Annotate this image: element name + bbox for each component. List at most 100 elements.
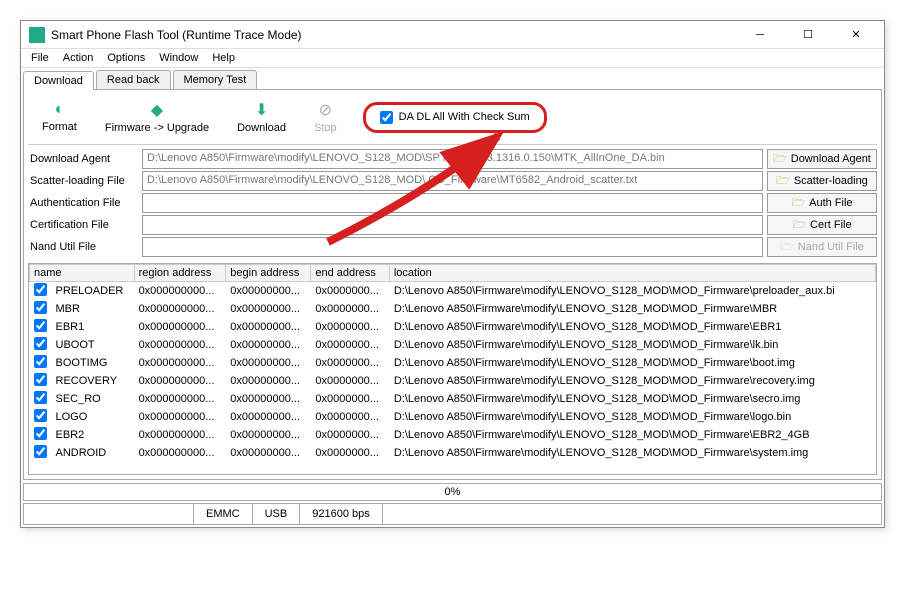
table-row[interactable]: EBR20x000000000...0x00000000...0x0000000… — [30, 426, 876, 444]
cell-begin: 0x00000000... — [226, 372, 311, 390]
table-row[interactable]: UBOOT0x000000000...0x00000000...0x000000… — [30, 336, 876, 354]
row-checkbox[interactable] — [34, 445, 47, 458]
scatter-button[interactable]: 🗁Scatter-loading — [767, 171, 877, 191]
cell-end: 0x0000000... — [311, 372, 389, 390]
cell-end: 0x0000000... — [311, 408, 389, 426]
cell-name: PRELOADER — [51, 282, 134, 301]
stop-icon: ⊘ — [319, 100, 332, 120]
cell-end: 0x0000000... — [311, 282, 389, 301]
app-window: Smart Phone Flash Tool (Runtime Trace Mo… — [20, 20, 885, 528]
cell-begin: 0x00000000... — [226, 354, 311, 372]
cell-name: UBOOT — [51, 336, 134, 354]
menu-help[interactable]: Help — [212, 52, 235, 64]
table-row[interactable]: BOOTIMG0x000000000...0x00000000...0x0000… — [30, 354, 876, 372]
table-row[interactable]: EBR10x000000000...0x00000000...0x0000000… — [30, 318, 876, 336]
download-panel: ◐ Format ◆ Firmware -> Upgrade ⬇ Downloa… — [23, 89, 882, 480]
da-button[interactable]: 🗁Download Agent — [767, 149, 877, 169]
folder-icon: 🗁 — [773, 150, 787, 169]
format-label: Format — [42, 121, 77, 133]
download-label: Download — [237, 122, 286, 134]
row-checkbox[interactable] — [34, 355, 47, 368]
cell-location: D:\Lenovo A850\Firmware\modify\LENOVO_S1… — [389, 426, 875, 444]
table-row[interactable]: MBR0x000000000...0x00000000...0x0000000.… — [30, 300, 876, 318]
table-row[interactable]: RECOVERY0x000000000...0x00000000...0x000… — [30, 372, 876, 390]
nand-label: Nand Util File — [28, 237, 138, 257]
row-checkbox[interactable] — [34, 373, 47, 386]
menu-window[interactable]: Window — [159, 52, 198, 64]
cert-input[interactable] — [142, 215, 763, 235]
download-button[interactable]: ⬇ Download — [223, 100, 300, 134]
auth-button[interactable]: 🗁 Auth File — [767, 193, 877, 213]
row-checkbox[interactable] — [34, 391, 47, 404]
nand-button: 🗁Nand Util File — [767, 237, 877, 257]
auth-input[interactable] — [142, 193, 763, 213]
table-row[interactable]: PRELOADER0x000000000...0x00000000...0x00… — [30, 282, 876, 301]
table-row[interactable]: SEC_RO0x000000000...0x00000000...0x00000… — [30, 390, 876, 408]
scatter-input[interactable]: D:\Lenovo A850\Firmware\modify\LENOVO_S1… — [142, 171, 763, 191]
cell-region: 0x000000000... — [134, 444, 226, 462]
row-checkbox[interactable] — [34, 301, 47, 314]
table-row[interactable]: ANDROID0x000000000...0x00000000...0x0000… — [30, 444, 876, 462]
col-region[interactable]: region address — [134, 265, 226, 282]
nand-input[interactable] — [142, 237, 763, 257]
col-end[interactable]: end address — [311, 265, 389, 282]
cell-end: 0x0000000... — [311, 300, 389, 318]
folder-icon: 🗁 — [791, 194, 805, 213]
menu-file[interactable]: File — [31, 52, 49, 64]
firmware-upgrade-button[interactable]: ◆ Firmware -> Upgrade — [91, 100, 223, 134]
firmware-label: Firmware -> Upgrade — [105, 122, 209, 134]
window-title: Smart Phone Flash Tool (Runtime Trace Mo… — [51, 28, 740, 42]
tab-memory-test[interactable]: Memory Test — [173, 70, 258, 89]
cell-region: 0x000000000... — [134, 318, 226, 336]
checksum-highlight: DA DL All With Check Sum — [363, 102, 547, 133]
maximize-button[interactable]: ☐ — [788, 25, 828, 45]
format-icon: ◐ — [55, 101, 65, 119]
format-button[interactable]: ◐ Format — [28, 101, 91, 133]
minimize-button[interactable]: ─ — [740, 25, 780, 45]
close-button[interactable]: ✕ — [836, 25, 876, 45]
nand-btn-label: Nand Util File — [798, 241, 864, 253]
cell-name: MBR — [51, 300, 134, 318]
cert-label: Certification File — [28, 215, 138, 235]
cell-location: D:\Lenovo A850\Firmware\modify\LENOVO_S1… — [389, 336, 875, 354]
auth-btn-label: Auth File — [809, 197, 852, 209]
cell-location: D:\Lenovo A850\Firmware\modify\LENOVO_S1… — [389, 354, 875, 372]
cell-begin: 0x00000000... — [226, 390, 311, 408]
progress-text: 0% — [445, 486, 461, 498]
cell-region: 0x000000000... — [134, 390, 226, 408]
row-checkbox[interactable] — [34, 283, 47, 296]
col-begin[interactable]: begin address — [226, 265, 311, 282]
checksum-checkbox[interactable] — [380, 111, 393, 124]
table-row[interactable]: LOGO0x000000000...0x00000000...0x0000000… — [30, 408, 876, 426]
row-checkbox[interactable] — [34, 409, 47, 422]
cell-name: ANDROID — [51, 444, 134, 462]
cert-button[interactable]: 🗁Cert File — [767, 215, 877, 235]
cell-location: D:\Lenovo A850\Firmware\modify\LENOVO_S1… — [389, 408, 875, 426]
status-baud: 921600 bps — [300, 504, 383, 524]
cell-region: 0x000000000... — [134, 282, 226, 301]
row-checkbox[interactable] — [34, 427, 47, 440]
menu-action[interactable]: Action — [63, 52, 94, 64]
row-checkbox[interactable] — [34, 319, 47, 332]
auth-label: Authentication File — [28, 193, 138, 213]
tab-download[interactable]: Download — [23, 71, 94, 90]
col-location[interactable]: location — [389, 265, 875, 282]
tab-readback[interactable]: Read back — [96, 70, 171, 89]
menu-options[interactable]: Options — [107, 52, 145, 64]
row-checkbox[interactable] — [34, 337, 47, 350]
cell-region: 0x000000000... — [134, 354, 226, 372]
col-name[interactable]: name — [30, 265, 135, 282]
cell-name: BOOTIMG — [51, 354, 134, 372]
folder-icon: 🗁 — [792, 216, 806, 235]
partition-table-wrap[interactable]: name region address begin address end ad… — [28, 263, 877, 475]
cell-begin: 0x00000000... — [226, 300, 311, 318]
scatter-label: Scatter-loading File — [28, 171, 138, 191]
cell-region: 0x000000000... — [134, 372, 226, 390]
da-input[interactable]: D:\Lenovo A850\Firmware\modify\LENOVO_S1… — [142, 149, 763, 169]
checksum-label: DA DL All With Check Sum — [399, 111, 530, 123]
cell-begin: 0x00000000... — [226, 318, 311, 336]
stop-button: ⊘ Stop — [300, 100, 351, 134]
cell-name: EBR2 — [51, 426, 134, 444]
file-paths: Download Agent D:\Lenovo A850\Firmware\m… — [28, 149, 877, 257]
cell-end: 0x0000000... — [311, 336, 389, 354]
